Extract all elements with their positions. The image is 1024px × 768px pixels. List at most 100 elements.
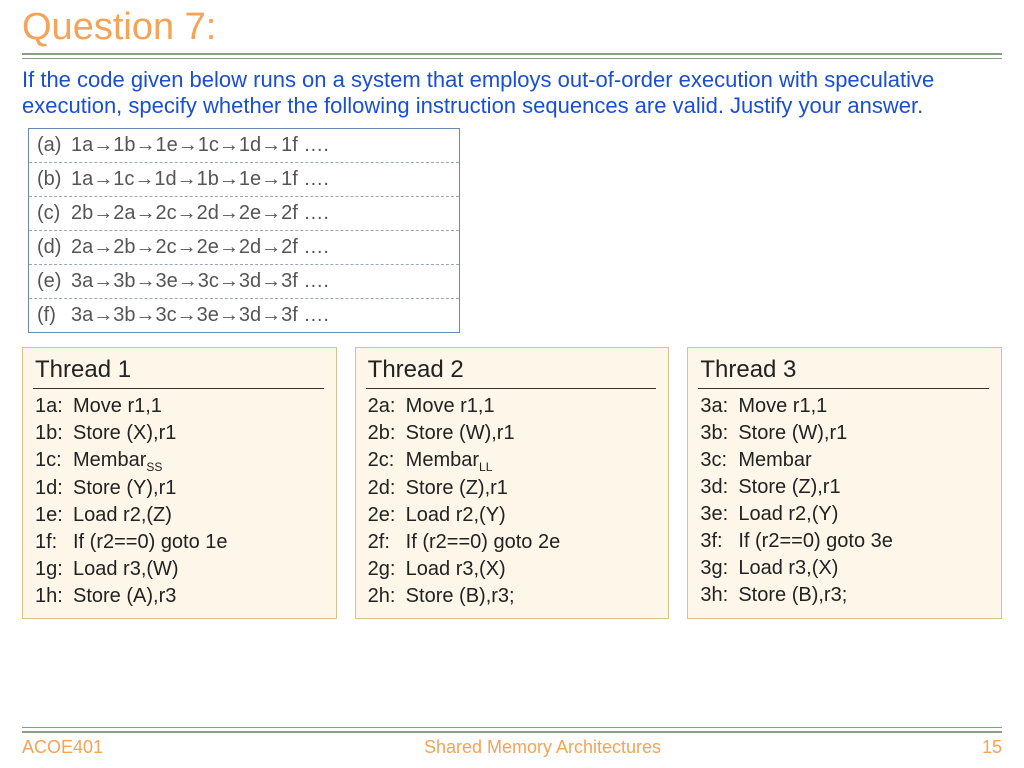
membar-subscript: LL [479,460,492,474]
thread-title: Thread 2 [368,354,657,386]
sequence-text: 3a→3b→3c→3e→3d→3f …. [71,304,329,327]
code-line: 2a:Move r1,1 [366,393,563,420]
page-title: Question 7: [22,6,1002,49]
instruction: Store (W),r1 [736,420,895,447]
line-number: 2c: [366,447,404,475]
code-line: 3b:Store (W),r1 [698,420,895,447]
code-line: 3a:Move r1,1 [698,393,895,420]
code-line: 1a:Move r1,1 [33,393,230,420]
sequence-text: 3a→3b→3e→3c→3d→3f …. [71,270,329,293]
code-line: 2e:Load r2,(Y) [366,502,563,529]
instruction: Store (A),r3 [71,583,230,610]
code-line: 3d:Store (Z),r1 [698,474,895,501]
sequence-row: (e)3a→3b→3e→3c→3d→3f …. [29,265,459,299]
instruction: Move r1,1 [736,393,895,420]
thread-box: Thread 2 2a:Move r1,12b:Store (W),r12c:Me… [355,347,670,620]
instruction: If (r2==0) goto 3e [736,528,895,555]
line-number: 2g: [366,556,404,583]
instruction: MembarSS [71,447,230,475]
sequence-table: (a)1a→1b→1e→1c→1d→1f ….(b)1a→1c→1d→1b→1e… [28,128,460,333]
code-line: 2c:MembarLL [366,447,563,475]
code-line: 3g:Load r3,(X) [698,555,895,582]
instruction: Membar [736,447,895,474]
code-line: 3c:Membar [698,447,895,474]
footer-rule [22,727,1002,733]
thread-box: Thread 3 3a:Move r1,13b:Store (W),r13c:Me… [687,347,1002,620]
line-number: 2h: [366,583,404,610]
sequence-row: (a)1a→1b→1e→1c→1d→1f …. [29,129,459,163]
threads-container: Thread 11a:Move r1,11b:Store (X),r11c:Me… [22,347,1002,620]
line-number: 1b: [33,420,71,447]
line-number: 1e: [33,502,71,529]
footer: ACOE401 Shared Memory Architectures 15 [22,727,1002,758]
line-number: 3c: [698,447,736,474]
instruction: Store (W),r1 [404,420,563,447]
code-line: 3h:Store (B),r3; [698,582,895,609]
slide: Question 7: If the code given below runs… [0,0,1024,768]
line-number: 1d: [33,475,71,502]
line-number: 2e: [366,502,404,529]
footer-right: 15 [982,737,1002,758]
instruction: Store (Z),r1 [404,475,563,502]
line-number: 3f: [698,528,736,555]
instruction: If (r2==0) goto 1e [71,529,230,556]
sequence-row: (c)2b→2a→2c→2d→2e→2f …. [29,197,459,231]
sequence-text: 2a→2b→2c→2e→2d→2f …. [71,236,329,259]
thread-code: 2a:Move r1,12b:Store (W),r12c:MembarLL2d… [366,393,563,610]
code-line: 1f:If (r2==0) goto 1e [33,529,230,556]
footer-center: Shared Memory Architectures [424,737,661,758]
line-number: 3a: [698,393,736,420]
instruction: Store (X),r1 [71,420,230,447]
instruction: Store (Y),r1 [71,475,230,502]
membar-subscript: SS [146,460,162,474]
code-line: 2b:Store (W),r1 [366,420,563,447]
line-number: 1c: [33,447,71,475]
sequence-text: 1a→1b→1e→1c→1d→1f …. [71,134,329,157]
line-number: 2f: [366,529,404,556]
line-number: 3b: [698,420,736,447]
thread-rule [33,388,324,389]
line-number: 3g: [698,555,736,582]
line-number: 2d: [366,475,404,502]
line-number: 1f: [33,529,71,556]
instruction: MembarLL [404,447,563,475]
thread-code: 3a:Move r1,13b:Store (W),r13c:Membar3d:S… [698,393,895,609]
sequence-text: 1a→1c→1d→1b→1e→1f …. [71,168,329,191]
thread-title: Thread 3 [700,354,989,386]
sequence-text: 2b→2a→2c→2d→2e→2f …. [71,202,329,225]
code-line: 1h:Store (A),r3 [33,583,230,610]
sequence-row: (f)3a→3b→3c→3e→3d→3f …. [29,299,459,332]
code-line: 2g:Load r3,(X) [366,556,563,583]
sequence-label: (c) [37,202,71,225]
sequence-label: (d) [37,236,71,259]
thread-box: Thread 1 1a:Move r1,11b:Store (X),r11c:Me… [22,347,337,620]
line-number: 1g: [33,556,71,583]
code-line: 2h:Store (B),r3; [366,583,563,610]
thread-code: 1a:Move r1,11b:Store (X),r11c:MembarSS1d… [33,393,230,610]
code-line: 2f:If (r2==0) goto 2e [366,529,563,556]
instruction: Store (B),r3; [404,583,563,610]
instruction: Load r3,(W) [71,556,230,583]
thread-rule [366,388,657,389]
code-line: 1g:Load r3,(W) [33,556,230,583]
instruction: Load r2,(Z) [71,502,230,529]
line-number: 3h: [698,582,736,609]
instruction: Store (B),r3; [736,582,895,609]
instruction: Store (Z),r1 [736,474,895,501]
instruction: Load r2,(Y) [404,502,563,529]
line-number: 2a: [366,393,404,420]
instruction: Move r1,1 [404,393,563,420]
title-rule [22,53,1002,59]
sequence-label: (e) [37,270,71,293]
thread-title: Thread 1 [35,354,324,386]
thread-rule [698,388,989,389]
code-line: 3e:Load r2,(Y) [698,501,895,528]
code-line: 2d:Store (Z),r1 [366,475,563,502]
code-line: 1d:Store (Y),r1 [33,475,230,502]
sequence-label: (b) [37,168,71,191]
line-number: 2b: [366,420,404,447]
instruction: If (r2==0) goto 2e [404,529,563,556]
line-number: 1h: [33,583,71,610]
line-number: 3d: [698,474,736,501]
sequence-row: (b)1a→1c→1d→1b→1e→1f …. [29,163,459,197]
